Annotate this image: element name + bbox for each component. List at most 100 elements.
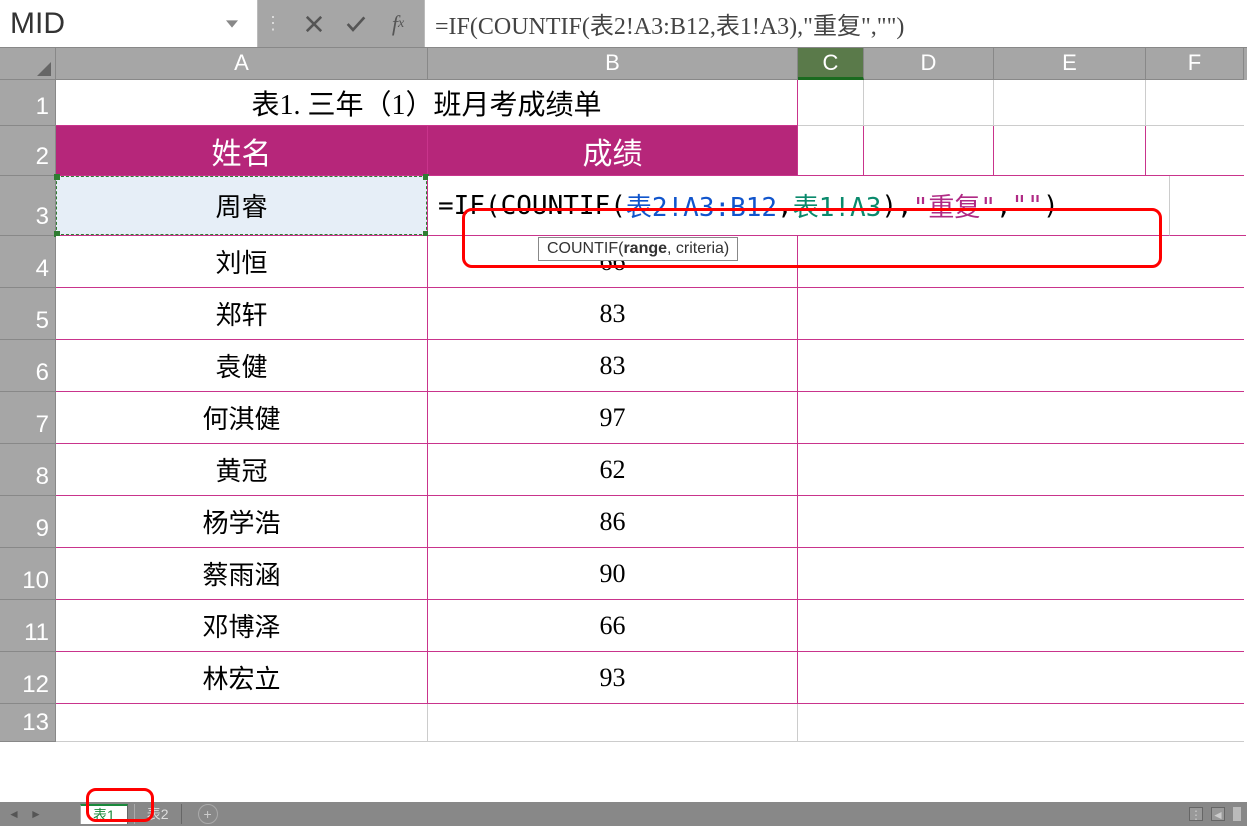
rows: 1 表1. 三年（1）班月考成绩单 2 姓名 成绩 3 周睿 bbox=[0, 80, 1247, 742]
row-header-1[interactable]: 1 bbox=[0, 80, 56, 126]
col-header-c[interactable]: C bbox=[798, 48, 864, 80]
cell-a3[interactable]: 周睿 bbox=[56, 176, 428, 236]
cell-b9[interactable]: 86 bbox=[428, 496, 798, 548]
cell-rest9[interactable] bbox=[798, 496, 1244, 548]
cell-d1[interactable] bbox=[864, 80, 994, 126]
cell-rest10[interactable] bbox=[798, 548, 1244, 600]
col-header-f[interactable]: F bbox=[1146, 48, 1244, 80]
title-cell[interactable]: 表1. 三年（1）班月考成绩单 bbox=[56, 80, 798, 126]
cell-b7[interactable]: 97 bbox=[428, 392, 798, 444]
cell-b13[interactable] bbox=[428, 704, 798, 742]
cell-f2[interactable] bbox=[1146, 126, 1244, 176]
row-header-2[interactable]: 2 bbox=[0, 126, 56, 176]
formula-fn: COUNTIF( bbox=[501, 191, 626, 221]
sheet-tab-1[interactable]: 表1 bbox=[80, 804, 128, 824]
row-8: 8 黄冠 62 bbox=[0, 444, 1247, 496]
tooltip-arg2: criteria bbox=[676, 240, 724, 257]
row-1: 1 表1. 三年（1）班月考成绩单 bbox=[0, 80, 1247, 126]
cell-rest7[interactable] bbox=[798, 392, 1244, 444]
tooltip-end: ) bbox=[724, 240, 729, 257]
cell-a6[interactable]: 袁健 bbox=[56, 340, 428, 392]
cell-a10[interactable]: 蔡雨涵 bbox=[56, 548, 428, 600]
row-header-13[interactable]: 13 bbox=[0, 704, 56, 742]
row-header-6[interactable]: 6 bbox=[0, 340, 56, 392]
cell-e1[interactable] bbox=[994, 80, 1146, 126]
cell-rest5[interactable] bbox=[798, 288, 1244, 340]
formula-ref2: 表1!A3 bbox=[793, 187, 882, 224]
header-name[interactable]: 姓名 bbox=[56, 126, 428, 176]
cell-a9[interactable]: 杨学浩 bbox=[56, 496, 428, 548]
formula-c2: , bbox=[897, 191, 913, 221]
tooltip-arg1: range bbox=[623, 240, 667, 257]
row-header-8[interactable]: 8 bbox=[0, 444, 56, 496]
cell-b11[interactable]: 66 bbox=[428, 600, 798, 652]
row-header-7[interactable]: 7 bbox=[0, 392, 56, 444]
cancel-icon[interactable] bbox=[302, 9, 326, 39]
cell-b10[interactable]: 90 bbox=[428, 548, 798, 600]
row-header-3[interactable]: 3 bbox=[0, 176, 56, 236]
cell-c1[interactable] bbox=[798, 80, 864, 126]
cell-rest8[interactable] bbox=[798, 444, 1244, 496]
cell-a12[interactable]: 林宏立 bbox=[56, 652, 428, 704]
cell-rest6[interactable] bbox=[798, 340, 1244, 392]
spreadsheet-grid: A B C D E F 1 表1. 三年（1）班月考成绩单 2 姓名 成绩 3 bbox=[0, 48, 1247, 742]
tooltip-fn: COUNTIF( bbox=[547, 240, 623, 257]
select-all-corner[interactable] bbox=[0, 48, 56, 80]
col-header-b[interactable]: B bbox=[428, 48, 798, 80]
cell-d2[interactable] bbox=[864, 126, 994, 176]
cell-a13[interactable] bbox=[56, 704, 428, 742]
name-box[interactable]: MID bbox=[4, 7, 222, 41]
row-header-4[interactable]: 4 bbox=[0, 236, 56, 288]
function-tooltip: COUNTIF(range, criteria) bbox=[538, 237, 738, 261]
formula-str1: "重复" bbox=[913, 187, 996, 224]
cell-b6[interactable]: 83 bbox=[428, 340, 798, 392]
cell-rest4[interactable] bbox=[798, 236, 1244, 288]
name-box-dropdown[interactable] bbox=[222, 6, 242, 42]
row-3: 3 周睿 =IF(COUNTIF(表2!A3:B12,表1!A3),"重复","… bbox=[0, 176, 1247, 236]
col-header-d[interactable]: D bbox=[864, 48, 994, 80]
cell-a7[interactable]: 何淇健 bbox=[56, 392, 428, 444]
cell-a5[interactable]: 郑轩 bbox=[56, 288, 428, 340]
fx-icon[interactable]: fx bbox=[386, 9, 410, 39]
formula-bar-input[interactable]: =IF(COUNTIF(表2!A3:B12,表1!A3),"重复","") bbox=[424, 0, 1247, 47]
formula-close1: ) bbox=[881, 191, 897, 221]
formula-close2: ) bbox=[1043, 191, 1059, 221]
cell-tail3[interactable] bbox=[1170, 176, 1246, 236]
cell-rest11[interactable] bbox=[798, 600, 1244, 652]
cell-c2[interactable] bbox=[798, 126, 864, 176]
header-score[interactable]: 成绩 bbox=[428, 126, 798, 176]
cell-a11[interactable]: 邓博泽 bbox=[56, 600, 428, 652]
cell-b3-editing[interactable]: =IF(COUNTIF(表2!A3:B12,表1!A3),"重复","") CO… bbox=[428, 176, 1170, 236]
scroll-split-icon[interactable]: ⋮ bbox=[1189, 807, 1203, 821]
cell-b12[interactable]: 93 bbox=[428, 652, 798, 704]
scroll-left-icon[interactable]: ◄ bbox=[1211, 807, 1225, 821]
row-header-12[interactable]: 12 bbox=[0, 652, 56, 704]
cell-b8[interactable]: 62 bbox=[428, 444, 798, 496]
cell-b5[interactable]: 83 bbox=[428, 288, 798, 340]
row-6: 6 袁健 83 bbox=[0, 340, 1247, 392]
tab-nav-prev-icon[interactable]: ◄ bbox=[6, 807, 22, 821]
sheet-tab-2[interactable]: 表2 bbox=[134, 804, 182, 824]
row-header-9[interactable]: 9 bbox=[0, 496, 56, 548]
col-header-e[interactable]: E bbox=[994, 48, 1146, 80]
formula-ref1: 表2!A3:B12 bbox=[626, 187, 777, 224]
add-sheet-button[interactable]: + bbox=[198, 804, 218, 824]
cell-a4[interactable]: 刘恒 bbox=[56, 236, 428, 288]
row-header-11[interactable]: 11 bbox=[0, 600, 56, 652]
row-header-10[interactable]: 10 bbox=[0, 548, 56, 600]
tab-nav-next-icon[interactable]: ► bbox=[28, 807, 44, 821]
cell-rest12[interactable] bbox=[798, 652, 1244, 704]
formula-prefix: =IF( bbox=[438, 191, 501, 221]
cell-a8[interactable]: 黄冠 bbox=[56, 444, 428, 496]
enter-icon[interactable] bbox=[344, 9, 368, 39]
toolbar-separator: ⋮ bbox=[258, 0, 288, 47]
row-header-5[interactable]: 5 bbox=[0, 288, 56, 340]
scrollbar-thumb[interactable] bbox=[1233, 807, 1241, 821]
name-box-container: MID bbox=[0, 0, 258, 47]
cell-a3-value: 周睿 bbox=[215, 187, 267, 224]
cell-e2[interactable] bbox=[994, 126, 1146, 176]
col-header-a[interactable]: A bbox=[56, 48, 428, 80]
cell-rest13[interactable] bbox=[798, 704, 1244, 742]
row-12: 12 林宏立 93 bbox=[0, 652, 1247, 704]
cell-f1[interactable] bbox=[1146, 80, 1244, 126]
